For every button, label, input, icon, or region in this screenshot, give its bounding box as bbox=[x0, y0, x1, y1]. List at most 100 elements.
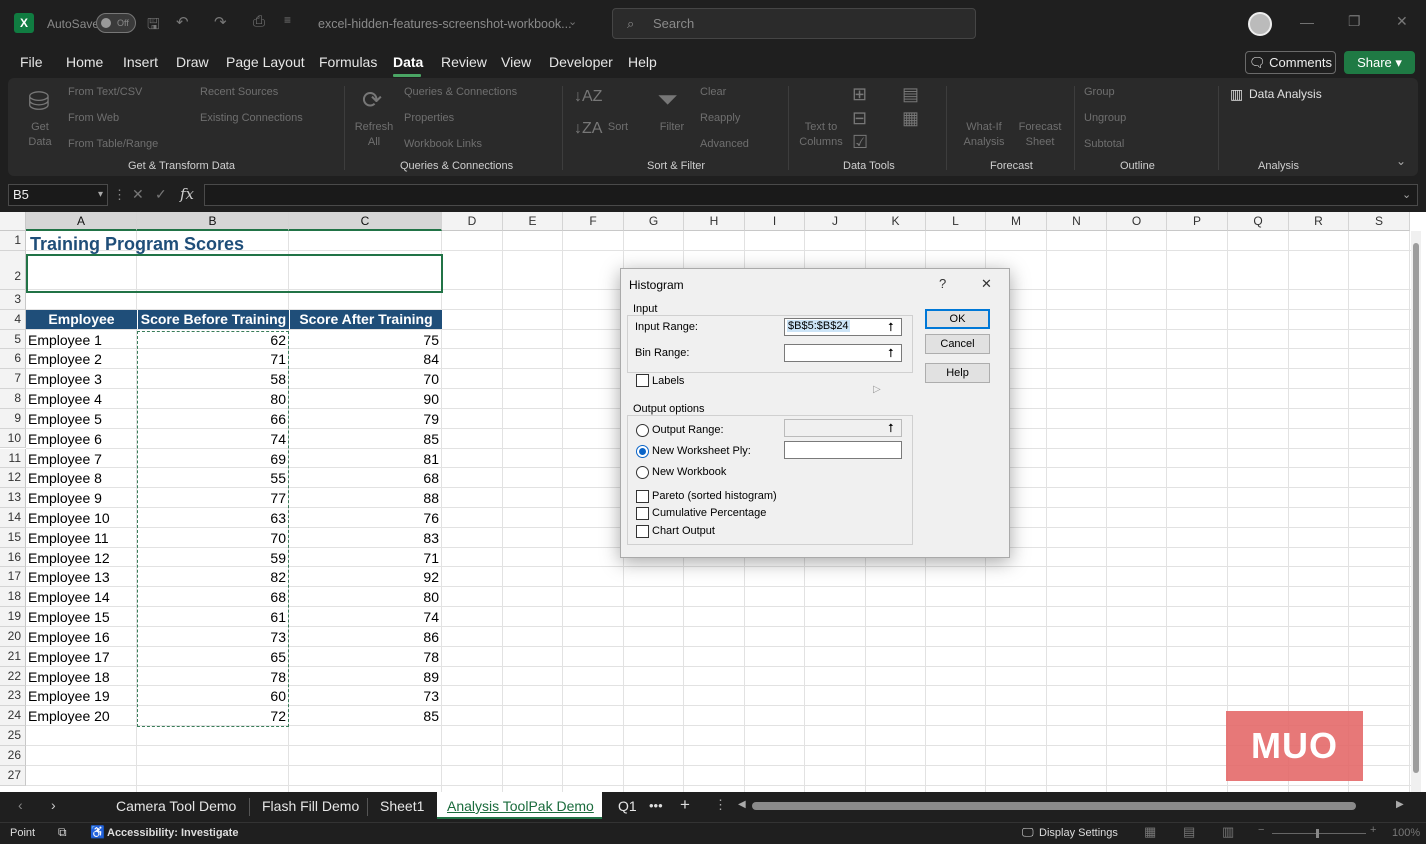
column-header-m[interactable]: M bbox=[986, 212, 1047, 231]
labels-checkbox[interactable] bbox=[636, 374, 649, 387]
table-cell[interactable]: Employee 18 bbox=[28, 667, 137, 687]
data-model-icon[interactable]: ▦ bbox=[902, 108, 919, 129]
sort-az-icon[interactable]: ↓AZ bbox=[574, 88, 602, 106]
column-header-e[interactable]: E bbox=[503, 212, 563, 231]
menu-help[interactable]: Help bbox=[628, 54, 657, 70]
row-header-12[interactable]: 12 bbox=[0, 468, 26, 489]
name-box[interactable]: B5 ▾ bbox=[8, 184, 108, 206]
search-box[interactable]: ⌕ Search bbox=[612, 8, 976, 39]
output-range-field[interactable]: ⭡ bbox=[784, 419, 902, 437]
column-header-d[interactable]: D bbox=[442, 212, 503, 231]
tab-analysis-toolpak-demo[interactable]: Analysis ToolPak Demo bbox=[447, 798, 594, 814]
row-header-3[interactable]: 3 bbox=[0, 289, 26, 310]
prev-sheet-icon[interactable]: ‹ bbox=[18, 797, 23, 813]
menu-file[interactable]: File bbox=[20, 54, 43, 70]
row-header-9[interactable]: 9 bbox=[0, 408, 26, 429]
bin-range-field[interactable]: ⭡ bbox=[784, 344, 902, 362]
column-header-p[interactable]: P bbox=[1167, 212, 1228, 231]
menu-formulas[interactable]: Formulas bbox=[319, 54, 377, 70]
column-header-r[interactable]: R bbox=[1289, 212, 1349, 231]
column-header-b[interactable]: B bbox=[137, 212, 289, 231]
chevron-down-icon[interactable]: ⌄ bbox=[568, 15, 577, 28]
help-button[interactable]: Help bbox=[925, 363, 990, 383]
zoom-in-icon[interactable]: + bbox=[1370, 824, 1376, 836]
column-header-i[interactable]: I bbox=[745, 212, 805, 231]
add-sheet-icon[interactable]: + bbox=[680, 795, 690, 815]
page-layout-view-icon[interactable]: ▤ bbox=[1183, 824, 1195, 840]
advanced-button[interactable]: Advanced bbox=[700, 138, 749, 150]
confirm-entry-icon[interactable]: ✓ bbox=[155, 186, 167, 203]
row-header-19[interactable]: 19 bbox=[0, 607, 26, 627]
new-worksheet-ply-radio[interactable] bbox=[636, 445, 649, 458]
comments-button[interactable]: 🗨 Comments bbox=[1245, 51, 1336, 74]
menu-developer[interactable]: Developer bbox=[549, 54, 613, 70]
table-cell[interactable]: Employee 15 bbox=[28, 607, 137, 627]
menu-home[interactable]: Home bbox=[66, 54, 103, 70]
menu-draw[interactable]: Draw bbox=[176, 54, 209, 70]
table-cell[interactable]: 70 bbox=[289, 369, 442, 389]
column-header-f[interactable]: F bbox=[563, 212, 624, 231]
scroll-right-icon[interactable]: ▶ bbox=[1396, 799, 1404, 810]
scrollbar-thumb[interactable] bbox=[1413, 243, 1419, 773]
column-header-h[interactable]: H bbox=[684, 212, 745, 231]
table-cell[interactable]: 75 bbox=[289, 330, 442, 350]
table-cell[interactable]: 85 bbox=[289, 429, 442, 449]
file-name[interactable]: excel-hidden-features-screenshot-workboo… bbox=[318, 17, 572, 31]
vertical-scrollbar[interactable] bbox=[1411, 231, 1421, 792]
column-header-k[interactable]: K bbox=[866, 212, 926, 231]
cancel-button[interactable]: Cancel bbox=[925, 334, 990, 354]
accessibility-status[interactable]: Accessibility: Investigate bbox=[107, 827, 238, 839]
row-header-15[interactable]: 15 bbox=[0, 527, 26, 548]
sort-button[interactable]: Sort bbox=[600, 120, 636, 135]
column-header-g[interactable]: G bbox=[624, 212, 684, 231]
row-header-26[interactable]: 26 bbox=[0, 745, 26, 766]
table-cell[interactable]: Employee 9 bbox=[28, 488, 137, 508]
save-icon[interactable]: 🖫 bbox=[147, 14, 160, 39]
next-sheet-icon[interactable]: › bbox=[51, 797, 56, 813]
row-header-1[interactable]: 1 bbox=[0, 231, 26, 251]
zoom-level[interactable]: 100% bbox=[1392, 827, 1420, 839]
cancel-entry-icon[interactable]: ✕ bbox=[132, 186, 144, 203]
input-range-field[interactable]: $B$5:$B$24 ⭡ bbox=[784, 318, 902, 336]
table-cell[interactable]: Employee 6 bbox=[28, 429, 137, 449]
table-cell[interactable]: 78 bbox=[289, 647, 442, 667]
minimize-icon[interactable]: — bbox=[1300, 14, 1314, 30]
table-cell[interactable]: 85 bbox=[289, 706, 442, 726]
table-cell[interactable]: Employee 17 bbox=[28, 647, 137, 667]
flash-fill-icon[interactable]: ⊞ bbox=[852, 84, 867, 105]
row-header-4[interactable]: 4 bbox=[0, 309, 26, 330]
row-header-21[interactable]: 21 bbox=[0, 646, 26, 667]
table-header-cell[interactable]: Score After Training bbox=[289, 309, 442, 329]
table-cell[interactable]: Employee 16 bbox=[28, 627, 137, 647]
column-header-n[interactable]: N bbox=[1047, 212, 1107, 231]
display-settings-button[interactable]: Display Settings bbox=[1039, 827, 1118, 839]
macro-record-icon[interactable]: ⧉ bbox=[58, 825, 67, 840]
from-web-button[interactable]: From Web bbox=[68, 112, 119, 124]
table-cell[interactable]: 71 bbox=[289, 548, 442, 568]
ungroup-button[interactable]: Ungroup bbox=[1084, 112, 1126, 124]
column-header-o[interactable]: O bbox=[1107, 212, 1167, 231]
zoom-out-icon[interactable]: − bbox=[1258, 824, 1264, 836]
normal-view-icon[interactable]: ▦ bbox=[1144, 824, 1156, 840]
table-cell[interactable]: Employee 12 bbox=[28, 548, 137, 568]
remove-duplicates-icon[interactable]: ⊟ bbox=[852, 108, 867, 129]
share-button[interactable]: Share ▾ bbox=[1344, 51, 1415, 74]
tab-q1[interactable]: Q1 bbox=[618, 798, 637, 814]
table-cell[interactable]: 86 bbox=[289, 627, 442, 647]
tab-sheet1[interactable]: Sheet1 bbox=[380, 798, 424, 814]
row-header-2[interactable]: 2 bbox=[0, 250, 26, 290]
column-header-j[interactable]: J bbox=[805, 212, 866, 231]
zoom-slider-thumb[interactable] bbox=[1316, 829, 1319, 838]
collapse-dialog-icon[interactable]: ⭡ bbox=[882, 319, 900, 335]
menu-page-layout[interactable]: Page Layout bbox=[226, 54, 305, 70]
table-cell[interactable]: Employee 4 bbox=[28, 389, 137, 409]
table-cell[interactable]: 88 bbox=[289, 488, 442, 508]
ok-button[interactable]: OK bbox=[925, 309, 990, 329]
table-cell[interactable]: 92 bbox=[289, 567, 442, 587]
existing-connections-button[interactable]: Existing Connections bbox=[200, 112, 303, 124]
table-cell[interactable]: Employee 13 bbox=[28, 567, 137, 587]
forecast-sheet-button[interactable]: Forecast Sheet bbox=[1014, 120, 1066, 150]
table-cell[interactable]: Employee 8 bbox=[28, 468, 137, 488]
column-header-q[interactable]: Q bbox=[1228, 212, 1289, 231]
properties-button[interactable]: Properties bbox=[404, 112, 454, 124]
